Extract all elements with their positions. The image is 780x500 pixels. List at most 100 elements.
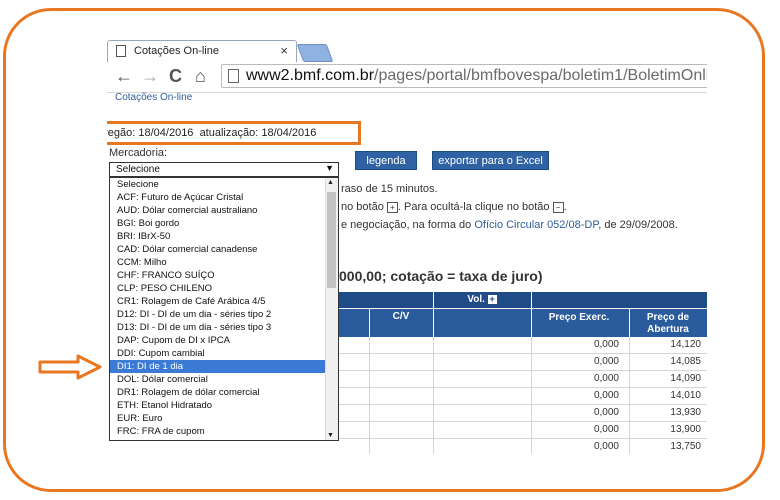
dropdown-option[interactable]: D12: DI - DI de um dia - séries tipo 2	[110, 308, 338, 321]
divider	[629, 405, 630, 421]
dropdown-option[interactable]: CCM: Milho	[110, 256, 338, 269]
atualizacao-label: atualização:	[199, 127, 259, 139]
table-row: 0,000 13,930	[339, 405, 707, 422]
legenda-button[interactable]: legenda	[355, 151, 417, 170]
divider	[369, 439, 370, 454]
home-icon[interactable]: ⌂	[195, 66, 206, 86]
divider	[531, 292, 532, 308]
pregao-date: 18/04/2016	[138, 127, 194, 139]
atualizacao-date: 18/04/2016	[261, 127, 317, 139]
dropdown-option[interactable]: EUR: Euro	[110, 412, 338, 425]
dropdown-option[interactable]: CHF: FRANCO SUÍÇO	[110, 269, 338, 282]
url-path: /pages/portal/bmfbovespa/boletim1/Boleti…	[374, 67, 707, 84]
table-row: 0,000 14,085	[339, 354, 707, 371]
divider	[531, 354, 532, 370]
table-row: 0,000 14,090	[339, 371, 707, 388]
dropdown-option[interactable]: AUD: Dólar comercial australiano	[110, 204, 338, 217]
forward-icon[interactable]: →	[141, 66, 159, 86]
divider	[369, 337, 370, 353]
breadcrumb[interactable]: Cotações On-line	[115, 92, 192, 103]
dropdown-option[interactable]: FRC: FRA de cupom	[110, 425, 338, 438]
info-text: no botão	[341, 201, 384, 213]
pregao-label: pregão:	[107, 127, 136, 139]
reload-icon[interactable]: C	[169, 66, 182, 86]
minus-icon[interactable]: −	[552, 201, 564, 213]
divider	[433, 337, 434, 353]
dropdown-option[interactable]: D13: DI - DI de um dia - séries tipo 3	[110, 321, 338, 334]
close-icon[interactable]: ×	[280, 43, 288, 58]
page-icon	[228, 69, 239, 83]
dropdown-option[interactable]: BGI: Boi gordo	[110, 217, 338, 230]
scroll-down-icon[interactable]: ▼	[327, 432, 334, 439]
preco-exerc-cell: 0,000	[593, 356, 619, 367]
dropdown-option[interactable]: CR1: Rolagem de Café Arábica 4/5	[110, 295, 338, 308]
divider	[369, 388, 370, 404]
dropdown-option[interactable]: DDI: Cupom cambial	[110, 347, 338, 360]
info-text: .	[563, 201, 567, 213]
dropdown-option[interactable]: DAP: Cupom de DI x IPCA	[110, 334, 338, 347]
divider	[629, 422, 630, 438]
preco-abertura-cell: 13,750	[670, 441, 701, 452]
info-line-2: no botão +. Para ocultá-la clique no bot…	[341, 201, 567, 213]
dropdown-option[interactable]: CAD: Dólar comercial canadense	[110, 243, 338, 256]
preco-exerc-cell: 0,000	[593, 390, 619, 401]
divider	[629, 371, 630, 387]
scroll-thumb[interactable]	[327, 192, 336, 288]
tab-strip: Cotações On-line ×	[107, 36, 707, 62]
col-preco-abertura: Preço de Abertura	[646, 312, 690, 335]
scrollbar[interactable]: ▲ ▼	[325, 178, 338, 440]
tab-title: Cotações On-line	[134, 45, 219, 57]
dropdown-option[interactable]: DOL: Dólar comercial	[110, 373, 338, 386]
preco-abertura-cell: 14,085	[670, 356, 701, 367]
back-icon[interactable]: ←	[115, 66, 133, 86]
dropdown-option[interactable]: DI1: DI de 1 dia	[110, 360, 338, 373]
divider	[433, 371, 434, 387]
chevron-down-icon[interactable]: ▼	[325, 163, 334, 173]
divider	[369, 371, 370, 387]
select-value: Selecione	[116, 164, 160, 175]
mercadoria-select[interactable]: Selecione ▼	[109, 162, 339, 177]
table-row: 0,000 13,900	[339, 422, 707, 439]
vol-label: Vol.	[467, 294, 485, 305]
divider	[433, 354, 434, 370]
table-header-top: Vol. +	[339, 292, 707, 308]
vol-header: Vol. +	[433, 294, 531, 306]
info-text: e negociação, na forma do	[341, 219, 472, 231]
divider	[433, 388, 434, 404]
preco-abertura-cell: 13,900	[670, 424, 701, 435]
url-text: www2.bmf.com.br/pages/portal/bmfbovespa/…	[246, 67, 707, 85]
preco-abertura-cell: 14,120	[670, 339, 701, 350]
divider	[433, 405, 434, 421]
table-row: 0,000 13,750	[339, 439, 707, 454]
divider	[629, 439, 630, 454]
col-cv: C/V	[392, 311, 410, 322]
info-line-1: raso de 15 minutos.	[341, 183, 438, 195]
dropdown-option[interactable]: ETH: Etanol Hidratado	[110, 399, 338, 412]
divider	[629, 388, 630, 404]
dropdown-option[interactable]: BRI: IBrX-50	[110, 230, 338, 243]
divider	[369, 405, 370, 421]
dropdown-option[interactable]: CLP: PESO CHILENO	[110, 282, 338, 295]
expand-icon[interactable]: +	[487, 295, 497, 304]
arrow-right-icon	[38, 354, 102, 380]
url-host: www2.bmf.com.br	[246, 67, 375, 84]
divider	[531, 388, 532, 404]
scroll-up-icon[interactable]: ▲	[327, 179, 334, 186]
tab-cotacoes[interactable]: Cotações On-line ×	[107, 40, 297, 62]
exportar-excel-button[interactable]: exportar para o Excel	[432, 151, 549, 170]
dropdown-option[interactable]: Selecione	[110, 178, 338, 191]
oficio-circular-link[interactable]: Ofício Circular 052/08-DP	[474, 219, 598, 231]
preco-abertura-cell: 13,930	[670, 407, 701, 418]
preco-exerc-cell: 0,000	[593, 441, 619, 452]
mercadoria-label: Mercadoria:	[109, 147, 168, 159]
address-bar[interactable]: www2.bmf.com.br/pages/portal/bmfbovespa/…	[221, 64, 707, 88]
dropdown-option[interactable]: DR1: Rolagem de dólar comercial	[110, 386, 338, 399]
plus-icon[interactable]: +	[386, 201, 398, 213]
divider	[433, 309, 434, 337]
table-row: 0,000 14,010	[339, 388, 707, 405]
dropdown-option[interactable]: ACF: Futuro de Açúcar Cristal	[110, 191, 338, 204]
new-tab-button[interactable]	[296, 44, 334, 62]
date-line: pregão: 18/04/2016 atualização: 18/04/20…	[107, 127, 316, 139]
divider	[531, 371, 532, 387]
info-line-3: e negociação, na forma do Ofício Circula…	[341, 219, 678, 231]
